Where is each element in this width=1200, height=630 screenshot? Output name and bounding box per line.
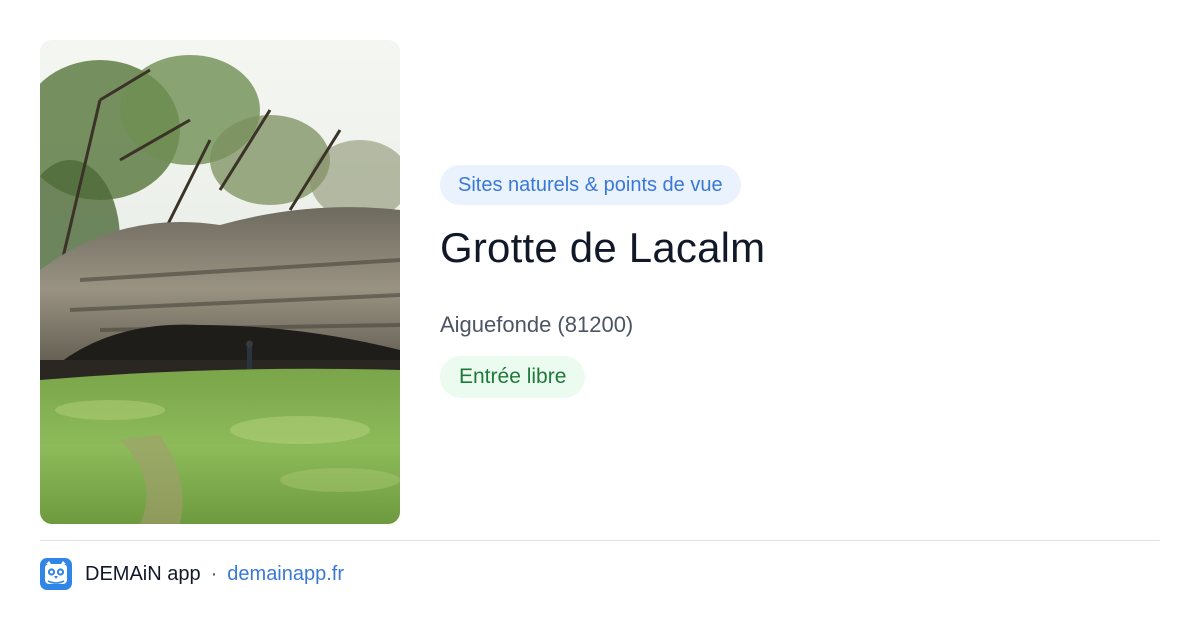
place-photo [40,40,400,524]
cave-photo-illustration [40,40,400,524]
footer: DEMAiN app · demainapp.fr [40,558,344,590]
category-badge[interactable]: Sites naturels & points de vue [440,165,741,205]
app-name: DEMAiN app [85,562,201,585]
footer-divider [40,540,1160,541]
owl-logo-icon [40,558,72,590]
place-info: Sites naturels & points de vue Grotte de… [440,165,1140,398]
site-link[interactable]: demainapp.fr [227,563,344,586]
place-card: Sites naturels & points de vue Grotte de… [40,40,1160,524]
place-location: Aiguefonde (81200) [440,312,634,337]
access-badge: Entrée libre [440,356,586,398]
place-title: Grotte de Lacalm [440,224,766,271]
footer-separator: · [210,562,218,585]
